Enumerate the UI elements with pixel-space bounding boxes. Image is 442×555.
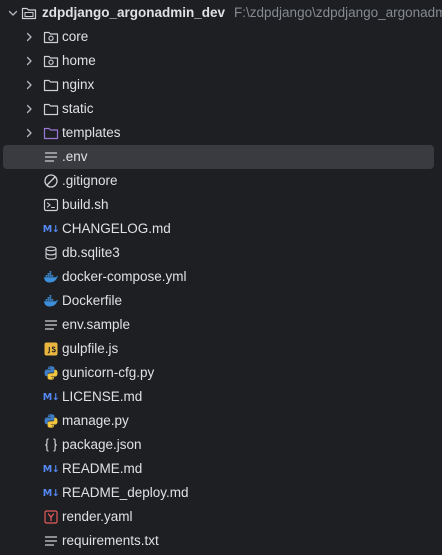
project-folder-icon — [21, 5, 37, 21]
tree-file-row[interactable]: M↓ LICENSE.md — [0, 385, 442, 409]
tree-item-label: core — [62, 29, 89, 44]
yaml-icon — [43, 509, 59, 525]
chevron-right-icon[interactable] — [23, 55, 35, 67]
tree-folder-row[interactable]: home — [0, 49, 442, 73]
tree-file-row[interactable]: M↓ CHANGELOG.md — [0, 217, 442, 241]
tree-item-label: .env — [62, 149, 88, 164]
tree-file-row[interactable]: package.json — [0, 433, 442, 457]
tree-item-label: requirements.txt — [62, 533, 159, 548]
markdown-icon: M↓ — [42, 223, 60, 235]
tree-file-row[interactable]: M↓ README_deploy.md — [0, 481, 442, 505]
tree-file-row[interactable]: M↓ README.md — [0, 457, 442, 481]
tree-item-label: home — [62, 53, 96, 68]
text-file-icon — [43, 317, 59, 333]
chevron-right-icon[interactable] — [23, 127, 35, 139]
tree-item-label: nginx — [62, 77, 95, 92]
tree-item-label: manage.py — [62, 413, 129, 428]
docker-icon — [43, 293, 59, 309]
folder-module-icon — [43, 53, 59, 69]
tree-item-label: render.yaml — [62, 509, 133, 524]
templates-folder-icon — [43, 125, 59, 141]
chevron-right-icon[interactable] — [23, 79, 35, 91]
tree-file-row[interactable]: docker-compose.yml — [0, 265, 442, 289]
tree-item-label: db.sqlite3 — [62, 245, 120, 260]
tree-file-row[interactable]: gulpfile.js — [0, 337, 442, 361]
folder-module-icon — [43, 29, 59, 45]
tree-item-label: docker-compose.yml — [62, 269, 187, 284]
project-name: zdpdjango_argonadmin_dev — [42, 5, 226, 20]
tree-folder-row[interactable]: static — [0, 97, 442, 121]
terminal-icon — [43, 197, 59, 213]
tree-file-row[interactable]: requirements.txt — [0, 529, 442, 553]
tree-file-row[interactable]: gunicorn-cfg.py — [0, 361, 442, 385]
tree-item-label: gunicorn-cfg.py — [62, 365, 155, 380]
tree-item-label: README.md — [62, 461, 143, 476]
text-file-icon — [43, 533, 59, 549]
tree-item-label: Dockerfile — [62, 293, 123, 308]
root-label: zdpdjango_argonadmin_dev F:\zdpdjango\zdp… — [42, 1, 442, 25]
python-icon — [43, 413, 59, 429]
folder-icon — [43, 77, 59, 93]
ignore-file-icon — [43, 173, 59, 189]
chevron-right-icon[interactable] — [23, 31, 35, 43]
tree-folder-row[interactable]: templates — [0, 121, 442, 145]
tree-item-label: package.json — [62, 437, 142, 452]
json-icon — [43, 437, 59, 453]
markdown-icon: M↓ — [42, 391, 60, 403]
tree-folder-row[interactable]: core — [0, 25, 442, 49]
database-icon — [43, 245, 59, 261]
folder-icon — [43, 101, 59, 117]
chevron-right-icon[interactable] — [23, 103, 35, 115]
tree-file-row[interactable]: .env — [0, 145, 442, 169]
tree-file-row[interactable]: render.yaml — [0, 505, 442, 529]
project-tree: zdpdjango_argonadmin_dev F:\zdpdjango\zdp… — [0, 0, 442, 555]
tree-file-row[interactable]: .gitignore — [0, 169, 442, 193]
project-path: F:\zdpdjango\zdpdjango_argonadmin_dev — [234, 5, 442, 20]
tree-file-row[interactable]: Dockerfile — [0, 289, 442, 313]
chevron-down-icon[interactable] — [7, 7, 19, 19]
docker-icon — [43, 269, 59, 285]
tree-item-label: static — [62, 101, 94, 116]
tree-item-label: .gitignore — [62, 173, 118, 188]
text-file-icon — [43, 149, 59, 165]
tree-root-row[interactable]: zdpdjango_argonadmin_dev F:\zdpdjango\zdp… — [0, 1, 442, 25]
javascript-icon — [43, 341, 59, 357]
tree-file-row[interactable]: db.sqlite3 — [0, 241, 442, 265]
tree-folder-row[interactable]: nginx — [0, 73, 442, 97]
tree-item-label: templates — [62, 125, 121, 140]
tree-item-label: CHANGELOG.md — [62, 221, 171, 236]
tree-item-label: README_deploy.md — [62, 485, 189, 500]
tree-file-row[interactable]: build.sh — [0, 193, 442, 217]
tree-file-row[interactable]: manage.py — [0, 409, 442, 433]
tree-item-label: env.sample — [62, 317, 131, 332]
markdown-icon: M↓ — [42, 463, 60, 475]
markdown-icon: M↓ — [42, 487, 60, 499]
tree-item-label: build.sh — [62, 197, 109, 212]
tree-item-label: gulpfile.js — [62, 341, 119, 356]
python-icon — [43, 365, 59, 381]
tree-item-label: LICENSE.md — [62, 389, 143, 404]
tree-file-row[interactable]: env.sample — [0, 313, 442, 337]
